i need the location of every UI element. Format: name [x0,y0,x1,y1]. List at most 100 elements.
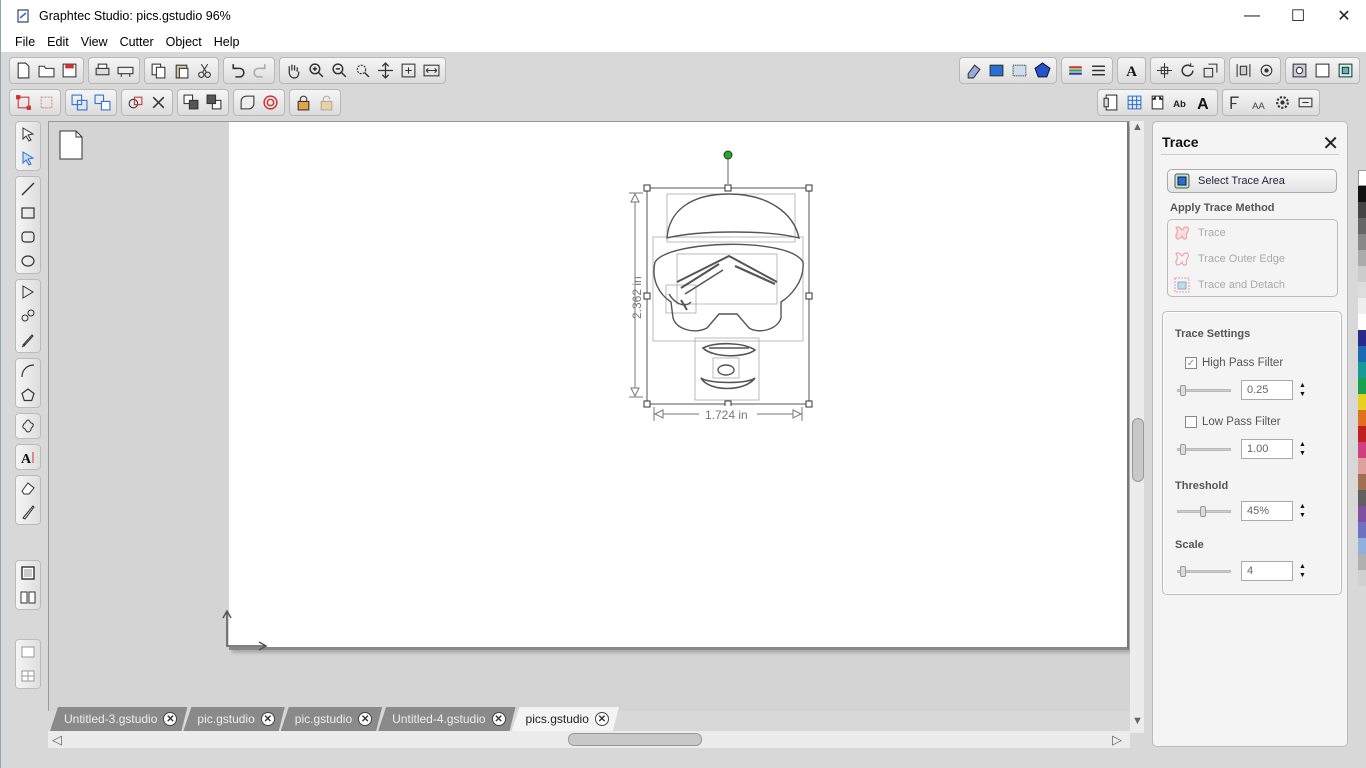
send-back-icon[interactable] [203,91,226,114]
polygon-point-tool-icon[interactable] [16,280,40,304]
flower-shape-tool-icon[interactable] [16,414,40,438]
eraser-icon[interactable] [962,59,985,82]
target-icon[interactable] [259,91,282,114]
color-swatch[interactable] [1358,378,1366,394]
line-tool-icon[interactable] [16,177,40,201]
zoom-in-icon[interactable] [305,59,328,82]
high-pass-value-input[interactable]: 0.25 [1241,380,1293,400]
tab-untitled-3[interactable]: Untitled-3.gstudio ✕ [50,707,187,731]
print-button[interactable] [91,59,114,82]
color-swatch[interactable] [1358,314,1366,330]
page-view-icon[interactable] [16,561,40,585]
color-swatch[interactable] [1358,570,1366,586]
paste-button[interactable] [170,59,193,82]
menu-file[interactable]: File [9,35,41,49]
fit-width-icon[interactable] [420,59,443,82]
resize-handle-r[interactable] [805,292,813,300]
menu-help[interactable]: Help [208,35,246,49]
text-bold-icon[interactable]: A [1192,91,1215,114]
offset-icon[interactable] [236,91,259,114]
save-button[interactable] [58,59,81,82]
color-swatch[interactable] [1358,362,1366,378]
minimize-button[interactable]: — [1229,0,1275,31]
design-page-icon[interactable] [1311,59,1334,82]
open-folder-button[interactable] [35,59,58,82]
color-swatch[interactable] [1358,458,1366,474]
color-palette-strip[interactable] [1358,170,1366,690]
menu-edit[interactable]: Edit [41,35,75,49]
fill-panel-icon[interactable] [985,59,1008,82]
horizontal-scrollbar[interactable]: ◁ ▷ [48,731,1130,748]
ungroup-icon[interactable] [91,91,114,114]
layer-view-icon[interactable] [16,640,40,664]
close-tab-icon[interactable]: ✕ [358,712,372,726]
page-setup-icon[interactable] [1288,59,1311,82]
resize-handle-t[interactable] [724,184,732,192]
tab-untitled-4[interactable]: Untitled-4.gstudio ✕ [378,707,515,731]
threshold-spinner[interactable]: ▲ ▼ [1299,502,1306,520]
vertical-scrollbar[interactable]: ▲ ▼ [1130,121,1144,733]
high-pass-slider[interactable] [1177,384,1231,396]
close-tab-icon[interactable]: ✕ [492,712,506,726]
close-panel-icon[interactable]: ✕ [1322,131,1339,156]
maximize-button[interactable]: ☐ [1275,0,1321,31]
color-swatch[interactable] [1358,474,1366,490]
select-arrow-icon[interactable] [16,122,40,146]
tab-pics-active[interactable]: pics.gstudio ✕ [512,707,619,731]
color-swatch[interactable] [1358,506,1366,522]
color-swatch[interactable] [1358,282,1366,298]
color-swatch[interactable] [1358,298,1366,314]
arc-tool-icon[interactable] [16,359,40,383]
lock-icon[interactable] [292,91,315,114]
rotate-icon[interactable] [1176,59,1199,82]
resize-handle-br[interactable] [805,400,813,408]
color-swatch[interactable] [1358,522,1366,538]
edit-points-icon[interactable] [12,91,35,114]
color-swatch[interactable] [1358,442,1366,458]
text-style-icon[interactable]: A [1120,59,1143,82]
group-icon[interactable] [68,91,91,114]
close-tab-icon[interactable]: ✕ [261,712,275,726]
low-pass-slider[interactable] [1177,443,1231,455]
trace-outer-edge-button[interactable]: Trace Outer Edge [1168,246,1285,272]
menu-cutter[interactable]: Cutter [114,35,160,49]
redo-button[interactable] [249,59,272,82]
menu-view[interactable]: View [75,35,114,49]
bring-front-icon[interactable] [180,91,203,114]
color-swatch[interactable] [1358,490,1366,506]
pattern-fill-icon[interactable] [1008,59,1031,82]
low-pass-value-input[interactable]: 1.00 [1241,439,1293,459]
pan-hand-icon[interactable] [282,59,305,82]
fit-to-page-icon[interactable] [397,59,420,82]
scale-slider[interactable] [1177,565,1231,577]
text-path-icon[interactable] [1225,91,1248,114]
edit-node-arrow-icon[interactable] [16,146,40,170]
slider-knob[interactable] [1180,565,1186,577]
scroll-left-arrow-icon[interactable]: ◁ [52,732,62,748]
scale-value-input[interactable]: 4 [1241,561,1293,581]
scale-icon[interactable] [1199,59,1222,82]
move-icon[interactable] [1153,59,1176,82]
eraser-tool-icon[interactable] [16,476,40,500]
resize-handle-tr[interactable] [805,184,813,192]
color-swatch[interactable] [1358,234,1366,250]
resize-handle-tl[interactable] [643,184,651,192]
close-tab-icon[interactable]: ✕ [595,712,609,726]
scroll-down-arrow-icon[interactable]: ▼ [1132,715,1143,727]
align-icon[interactable] [1232,59,1255,82]
new-document-button[interactable] [12,59,35,82]
slider-knob[interactable] [1180,443,1186,455]
unlock-icon[interactable] [315,91,338,114]
send-to-cutter-button[interactable] [114,59,137,82]
ellipse-tool-icon[interactable] [16,249,40,273]
low-pass-filter-checkbox[interactable] [1185,416,1197,428]
curve-tool-icon[interactable] [16,304,40,328]
color-swatch[interactable] [1358,554,1366,570]
cutter-settings-icon[interactable] [1294,91,1317,114]
document-settings-icon[interactable] [1100,91,1123,114]
rectangle-tool-icon[interactable] [16,201,40,225]
edit-points-alt-icon[interactable] [35,91,58,114]
color-swatch[interactable] [1358,538,1366,554]
threshold-value-input[interactable]: 45% [1241,501,1293,521]
color-swatch[interactable] [1358,426,1366,442]
